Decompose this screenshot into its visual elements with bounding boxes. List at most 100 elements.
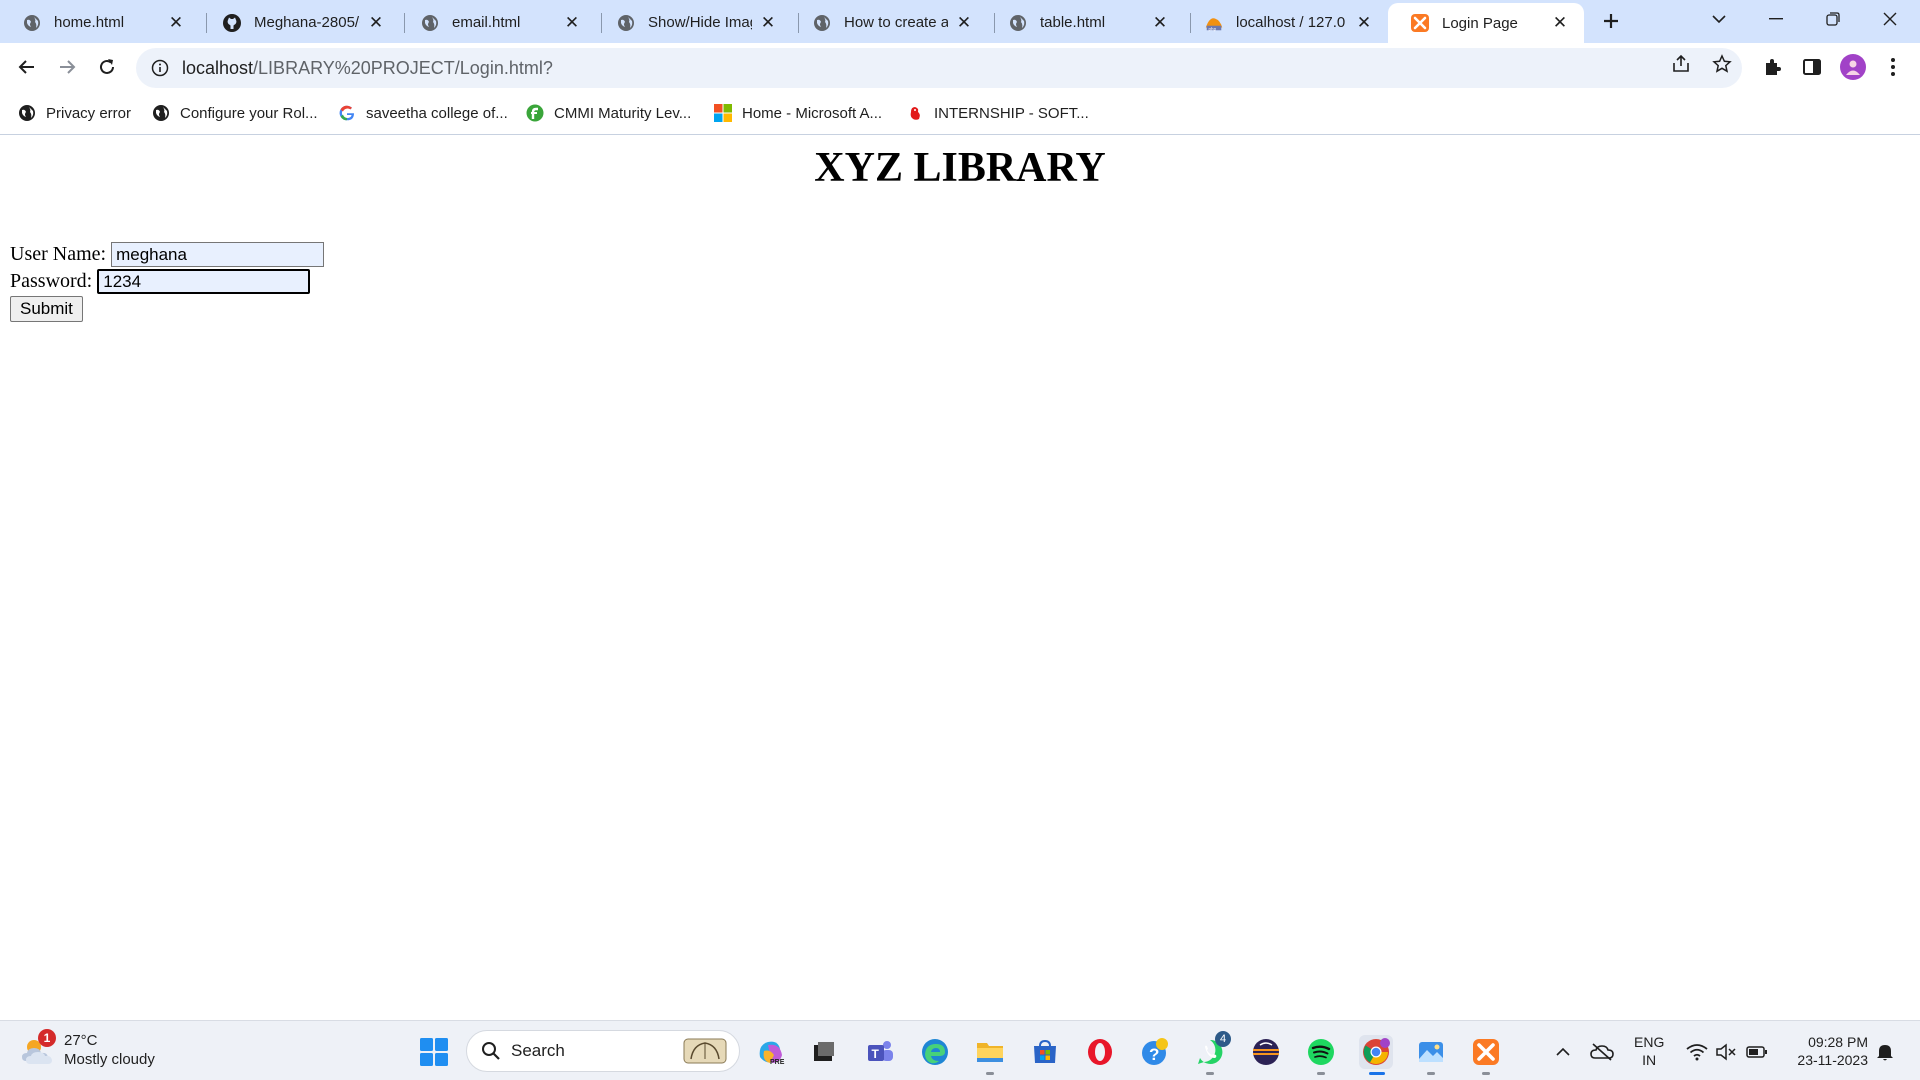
browser-toolbar: localhost/LIBRARY%20PROJECT/Login.html? bbox=[0, 43, 1920, 92]
tab-email[interactable]: email.html ✕ bbox=[398, 2, 596, 43]
eclipse-app-icon[interactable] bbox=[1249, 1035, 1283, 1069]
forward-button[interactable] bbox=[51, 51, 83, 83]
help-app-icon[interactable]: ? bbox=[1138, 1035, 1172, 1069]
extensions-icon[interactable] bbox=[1759, 54, 1785, 80]
tab-title: email.html bbox=[452, 14, 521, 31]
page-content: XYZ LIBRARY User Name: Password: Submit bbox=[0, 136, 1920, 1020]
globe-icon bbox=[22, 13, 42, 33]
tab-title: Show/Hide Imag bbox=[648, 14, 752, 31]
share-icon[interactable] bbox=[1670, 53, 1692, 75]
weather-condition: Mostly cloudy bbox=[64, 1051, 155, 1068]
close-window-button[interactable] bbox=[1862, 0, 1918, 38]
bookmark-privacy-error[interactable]: Privacy error bbox=[18, 102, 131, 124]
whatsapp-badge: 4 bbox=[1215, 1031, 1231, 1047]
whatsapp-app-icon[interactable]: 4 bbox=[1193, 1031, 1231, 1075]
onedrive-offline-icon[interactable] bbox=[1589, 1039, 1615, 1065]
url-text: localhost/LIBRARY%20PROJECT/Login.html? bbox=[182, 58, 553, 79]
cmmi-icon bbox=[526, 104, 544, 122]
phpmyadmin-icon: php bbox=[1204, 13, 1224, 33]
search-label: Search bbox=[511, 1041, 565, 1060]
close-icon[interactable]: ✕ bbox=[1354, 13, 1374, 33]
tab-howto[interactable]: How to create a ✕ bbox=[790, 2, 988, 43]
system-clock[interactable]: 09:28 PM 23-11-2023 bbox=[1786, 1033, 1868, 1069]
close-icon[interactable]: ✕ bbox=[954, 13, 974, 33]
tab-github[interactable]: Meghana-2805/C ✕ bbox=[200, 2, 400, 43]
wifi-icon[interactable] bbox=[1684, 1039, 1710, 1065]
avatar-icon bbox=[1846, 60, 1860, 75]
chevron-down-icon bbox=[1712, 15, 1726, 24]
tab-title: How to create a bbox=[844, 14, 948, 31]
back-button[interactable] bbox=[11, 51, 43, 83]
close-icon[interactable]: ✕ bbox=[166, 13, 186, 33]
password-row: Password: bbox=[10, 269, 311, 294]
clock-time: 09:28 PM bbox=[1808, 1034, 1868, 1050]
close-icon[interactable]: ✕ bbox=[758, 13, 778, 33]
bird-icon bbox=[906, 104, 924, 122]
google-icon bbox=[338, 104, 356, 122]
spotify-app-icon[interactable] bbox=[1304, 1035, 1338, 1075]
menu-kebab-icon[interactable] bbox=[1880, 54, 1906, 80]
opera-app-icon[interactable] bbox=[1083, 1035, 1117, 1069]
arrow-right-icon bbox=[60, 60, 76, 74]
search-highlight-icon bbox=[683, 1037, 727, 1065]
close-icon[interactable]: ✕ bbox=[1550, 13, 1570, 33]
start-button[interactable] bbox=[417, 1035, 451, 1069]
tab-table[interactable]: table.html ✕ bbox=[986, 2, 1184, 43]
svg-text:T: T bbox=[872, 1047, 880, 1061]
tab-title: home.html bbox=[54, 14, 125, 31]
task-view-app-icon[interactable] bbox=[806, 1035, 840, 1069]
tab-showhide[interactable]: Show/Hide Imag ✕ bbox=[594, 2, 792, 43]
reload-button[interactable] bbox=[91, 51, 123, 83]
new-tab-button[interactable] bbox=[1596, 6, 1626, 36]
notification-bell-icon[interactable] bbox=[1872, 1039, 1898, 1065]
input-language[interactable]: ENG IN bbox=[1634, 1033, 1664, 1069]
copilot-app-icon[interactable]: PRE bbox=[754, 1035, 788, 1069]
bookmark-microsoft[interactable]: Home - Microsoft A... bbox=[714, 102, 882, 124]
bookmark-configure-role[interactable]: Configure your Rol... bbox=[152, 102, 318, 124]
username-input[interactable] bbox=[111, 242, 325, 267]
xampp-app-icon[interactable] bbox=[1469, 1035, 1503, 1075]
info-icon[interactable] bbox=[150, 58, 170, 78]
close-icon[interactable]: ✕ bbox=[562, 13, 582, 33]
photos-app-icon[interactable] bbox=[1414, 1035, 1448, 1075]
bookmark-label: Home - Microsoft A... bbox=[742, 104, 883, 122]
close-icon[interactable]: ✕ bbox=[366, 13, 386, 33]
volume-muted-icon[interactable] bbox=[1713, 1039, 1739, 1065]
tab-title: Meghana-2805/C bbox=[254, 14, 360, 31]
tray-overflow-button[interactable] bbox=[1550, 1039, 1576, 1065]
bookmark-cmmi[interactable]: CMMI Maturity Lev... bbox=[526, 102, 691, 124]
username-row: User Name: bbox=[10, 242, 325, 267]
edge-app-icon[interactable] bbox=[918, 1035, 952, 1069]
running-indicator bbox=[1206, 1072, 1214, 1075]
arrow-left-icon bbox=[18, 60, 34, 74]
tab-login-page[interactable]: Login Page ✕ bbox=[1388, 3, 1584, 43]
address-bar[interactable]: localhost/LIBRARY%20PROJECT/Login.html? bbox=[136, 48, 1742, 88]
tab-search-button[interactable] bbox=[1691, 0, 1747, 38]
close-icon[interactable]: ✕ bbox=[1150, 13, 1170, 33]
file-explorer-app-icon[interactable] bbox=[973, 1035, 1007, 1075]
taskbar-search[interactable]: Search bbox=[466, 1030, 740, 1072]
tab-home[interactable]: home.html ✕ bbox=[0, 2, 200, 43]
weather-widget[interactable]: 1 27°C Mostly cloudy bbox=[20, 1029, 155, 1069]
profile-avatar[interactable] bbox=[1840, 54, 1866, 80]
battery-icon[interactable] bbox=[1744, 1039, 1770, 1065]
restore-button[interactable] bbox=[1805, 0, 1861, 38]
microsoft-store-app-icon[interactable] bbox=[1028, 1035, 1062, 1069]
weather-badge: 1 bbox=[38, 1029, 56, 1047]
bookmark-internship[interactable]: INTERNSHIP - SOFT... bbox=[906, 102, 1089, 124]
side-panel-icon[interactable] bbox=[1799, 54, 1825, 80]
search-icon bbox=[481, 1041, 501, 1061]
password-input[interactable] bbox=[97, 269, 311, 294]
submit-button[interactable]: Submit bbox=[10, 296, 83, 322]
svg-text:php: php bbox=[1209, 26, 1217, 31]
bookmark-star-icon[interactable] bbox=[1711, 53, 1733, 75]
minimize-button[interactable] bbox=[1748, 0, 1804, 38]
plus-icon bbox=[1604, 14, 1618, 28]
bookmark-label: CMMI Maturity Lev... bbox=[554, 104, 692, 122]
teams-app-icon[interactable]: T bbox=[863, 1035, 897, 1069]
bookmark-saveetha[interactable]: saveetha college of... bbox=[338, 102, 508, 124]
globe-icon bbox=[812, 13, 832, 33]
tab-phpmyadmin[interactable]: php localhost / 127.0 ✕ bbox=[1182, 2, 1388, 43]
url-path: /LIBRARY%20PROJECT/Login.html? bbox=[253, 57, 553, 78]
chrome-app-icon[interactable] bbox=[1359, 1035, 1393, 1075]
